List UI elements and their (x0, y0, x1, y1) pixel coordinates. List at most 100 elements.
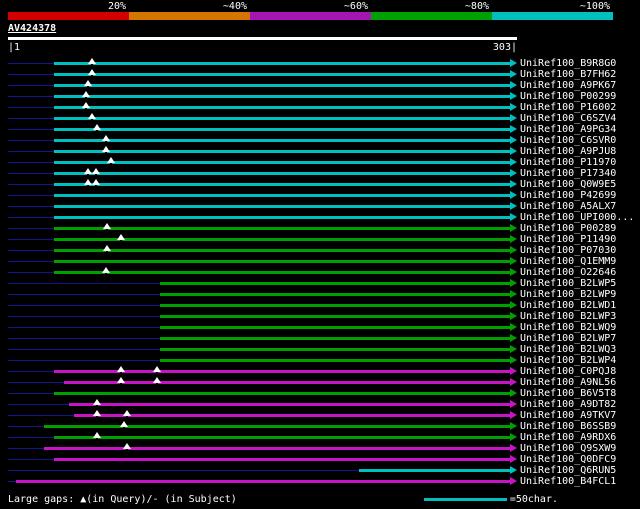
hit-bar[interactable] (54, 73, 510, 76)
hit-label[interactable]: UniRef100_P00299 (520, 91, 616, 102)
hit-bar[interactable] (74, 414, 510, 417)
hit-bar[interactable] (160, 304, 510, 307)
hit-bar-arrowhead (510, 378, 517, 386)
query-gap-marker (93, 124, 101, 130)
hit-bar-arrowhead (510, 433, 517, 441)
scale-label: =50char. (510, 494, 558, 505)
hit-bar[interactable] (359, 469, 510, 472)
hit-bar[interactable] (54, 227, 510, 230)
hit-bar[interactable] (54, 194, 510, 197)
identity-scale-labels: 20%~40%~60%~80%~100% (8, 1, 613, 12)
hit-bar[interactable] (54, 62, 510, 65)
hit-label[interactable]: UniRef100_B2LWP7 (520, 333, 616, 344)
leader-line (8, 261, 54, 262)
hit-bar[interactable] (54, 139, 510, 142)
hit-bar-arrowhead (510, 180, 517, 188)
hit-row: UniRef100_A9PG34 (0, 124, 640, 135)
hit-bar[interactable] (69, 403, 510, 406)
hit-bar[interactable] (54, 84, 510, 87)
hit-bar[interactable] (44, 425, 510, 428)
hit-bar[interactable] (54, 117, 510, 120)
hit-bar[interactable] (54, 150, 510, 153)
hit-label[interactable]: UniRef100_P42699 (520, 190, 616, 201)
hit-row: UniRef100_B2LWP9 (0, 289, 640, 300)
hit-bar-arrowhead (510, 301, 517, 309)
identity-scale-label: 20% (8, 1, 129, 12)
hit-bar[interactable] (54, 392, 510, 395)
hit-label[interactable]: UniRef100_UPI000... (520, 212, 634, 223)
hit-label[interactable]: UniRef100_B4FCL1 (520, 476, 616, 487)
hit-bar[interactable] (44, 447, 510, 450)
hit-label[interactable]: UniRef100_A9RDX6 (520, 432, 616, 443)
hit-label[interactable]: UniRef100_B2LWQ3 (520, 344, 616, 355)
hit-label[interactable]: UniRef100_P11490 (520, 234, 616, 245)
hit-label[interactable]: UniRef100_Q9SXW9 (520, 443, 616, 454)
hit-label[interactable]: UniRef100_B2LWP9 (520, 289, 616, 300)
hit-bar[interactable] (54, 458, 510, 461)
hit-bar[interactable] (54, 172, 510, 175)
hit-label[interactable]: UniRef100_Q1EMM9 (520, 256, 616, 267)
hit-bar[interactable] (16, 480, 510, 483)
hit-bar[interactable] (54, 249, 510, 252)
hit-label[interactable]: UniRef100_A9TKV7 (520, 410, 616, 421)
hit-label[interactable]: UniRef100_A9PK67 (520, 80, 616, 91)
hit-label[interactable]: UniRef100_Q0W9E5 (520, 179, 616, 190)
hit-label[interactable]: UniRef100_P17340 (520, 168, 616, 179)
hit-label[interactable]: UniRef100_B2LWQ9 (520, 322, 616, 333)
hit-bar[interactable] (54, 436, 510, 439)
hit-label[interactable]: UniRef100_B2LWP3 (520, 311, 616, 322)
hit-bar[interactable] (54, 216, 510, 219)
hit-label[interactable]: UniRef100_P16002 (520, 102, 616, 113)
hit-bar[interactable] (54, 161, 510, 164)
hit-label[interactable]: UniRef100_C0PQJ8 (520, 366, 616, 377)
hit-label[interactable]: UniRef100_C6SVR0 (520, 135, 616, 146)
hit-bar[interactable] (54, 106, 510, 109)
hit-bar-arrowhead (510, 312, 517, 320)
leader-line (8, 107, 54, 108)
hit-label[interactable]: UniRef100_C6SZV4 (520, 113, 616, 124)
hit-bar[interactable] (160, 348, 510, 351)
hit-bar[interactable] (160, 337, 510, 340)
hit-bar[interactable] (54, 271, 510, 274)
hit-bar[interactable] (54, 183, 510, 186)
hit-bar-arrowhead (510, 81, 517, 89)
leader-line (8, 349, 160, 350)
scale-indicator: =50char. (424, 494, 558, 505)
hit-label[interactable]: UniRef100_A5ALX7 (520, 201, 616, 212)
hit-label[interactable]: UniRef100_P11970 (520, 157, 616, 168)
hit-label[interactable]: UniRef100_A9DT82 (520, 399, 616, 410)
hit-label[interactable]: UniRef100_P07030 (520, 245, 616, 256)
hit-label[interactable]: UniRef100_O22646 (520, 267, 616, 278)
hit-label[interactable]: UniRef100_B6V5T8 (520, 388, 616, 399)
hit-label[interactable]: UniRef100_Q6RUN5 (520, 465, 616, 476)
hit-label[interactable]: UniRef100_A9PG34 (520, 124, 616, 135)
hit-bar[interactable] (54, 128, 510, 131)
hit-label[interactable]: UniRef100_B2LWD1 (520, 300, 616, 311)
hit-bar[interactable] (54, 95, 510, 98)
hit-bar[interactable] (160, 293, 510, 296)
hit-bar[interactable] (54, 260, 510, 263)
hit-label[interactable]: UniRef100_B2LWP5 (520, 278, 616, 289)
hit-bar[interactable] (160, 326, 510, 329)
leader-line (8, 239, 54, 240)
hit-row: UniRef100_O22646 (0, 267, 640, 278)
hit-bar[interactable] (160, 315, 510, 318)
hit-label[interactable]: UniRef100_B9R8G0 (520, 58, 616, 69)
hit-label[interactable]: UniRef100_B2LWP4 (520, 355, 616, 366)
hit-label[interactable]: UniRef100_A9NL56 (520, 377, 616, 388)
hit-bar[interactable] (64, 381, 510, 384)
hit-label[interactable]: UniRef100_B6SSB9 (520, 421, 616, 432)
hit-label[interactable]: UniRef100_Q0DFC9 (520, 454, 616, 465)
hit-row: UniRef100_B2LWP7 (0, 333, 640, 344)
hit-label[interactable]: UniRef100_B7FH62 (520, 69, 616, 80)
hit-label[interactable]: UniRef100_P00289 (520, 223, 616, 234)
leader-line (8, 74, 54, 75)
hit-bar[interactable] (54, 205, 510, 208)
leader-line (8, 415, 74, 416)
hit-bar[interactable] (160, 282, 510, 285)
hit-label[interactable]: UniRef100_A9PJU8 (520, 146, 616, 157)
hit-bar-arrowhead (510, 70, 517, 78)
hit-row: UniRef100_P00289 (0, 223, 640, 234)
leader-line (8, 426, 44, 427)
hit-bar[interactable] (160, 359, 510, 362)
